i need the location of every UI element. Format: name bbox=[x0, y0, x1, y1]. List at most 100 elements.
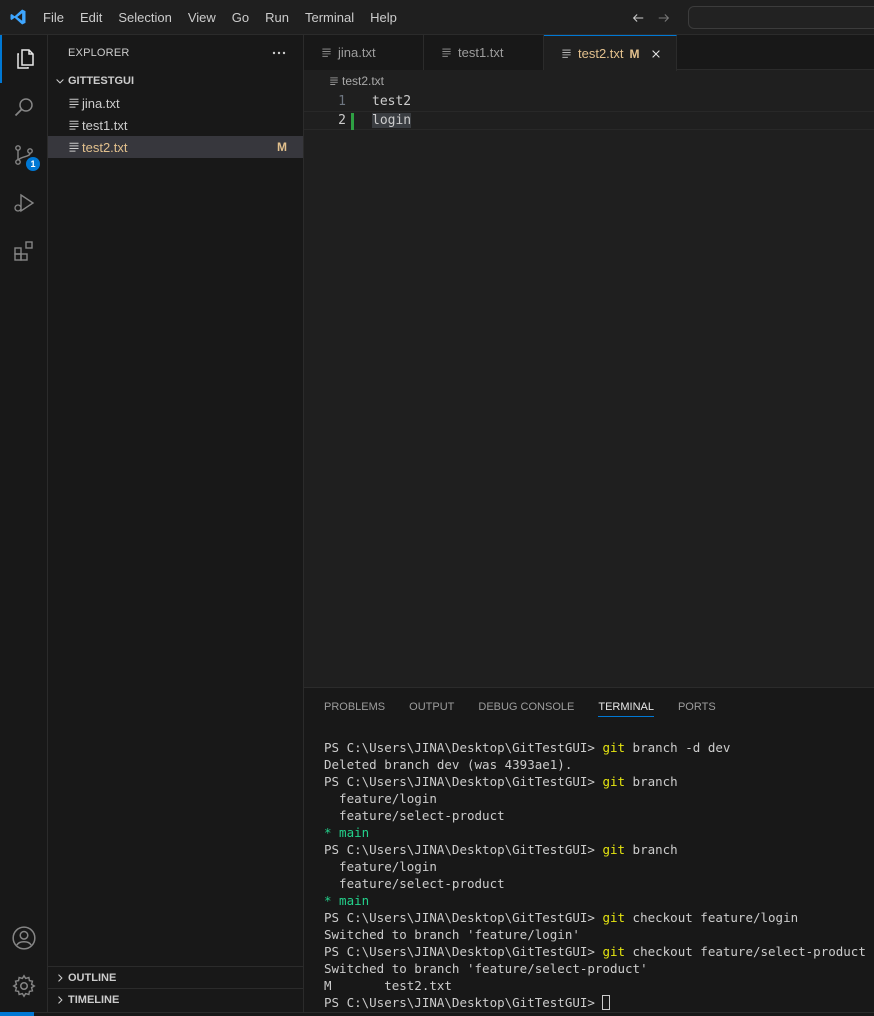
terminal-line: Switched to branch 'feature/login' bbox=[324, 927, 580, 942]
breadcrumb-file[interactable]: test2.txt bbox=[342, 74, 384, 88]
timeline-section-header[interactable]: TIMELINE bbox=[48, 988, 304, 1010]
menu-view[interactable]: View bbox=[180, 0, 224, 35]
editor-line-current: 2 login bbox=[304, 111, 874, 130]
extensions-icon[interactable] bbox=[0, 227, 48, 275]
terminal-line: PS C:\Users\JINA\Desktop\GitTestGUI> git… bbox=[324, 909, 866, 926]
menu-run[interactable]: Run bbox=[257, 0, 297, 35]
text-file-icon bbox=[558, 46, 574, 62]
added-line-gutter-mark bbox=[351, 113, 354, 130]
run-debug-icon[interactable] bbox=[0, 179, 48, 227]
terminal-line: PS C:\Users\JINA\Desktop\GitTestGUI> git… bbox=[324, 739, 866, 756]
terminal-args: branch bbox=[625, 842, 678, 857]
terminal-line: feature/select-product bbox=[324, 808, 505, 823]
sidebar-header: EXPLORER bbox=[48, 35, 303, 70]
text-file-icon bbox=[66, 139, 82, 155]
forward-arrow-icon[interactable] bbox=[656, 10, 672, 26]
tab-debug-console[interactable]: DEBUG CONSOLE bbox=[478, 688, 574, 726]
text-file-icon bbox=[438, 45, 454, 61]
menu-go[interactable]: Go bbox=[224, 0, 257, 35]
file-label: test2.txt bbox=[82, 139, 128, 155]
terminal-cursor[interactable] bbox=[602, 995, 611, 1010]
file-item-test2[interactable]: test2.txt M bbox=[48, 136, 303, 158]
tab-terminal[interactable]: TERMINAL bbox=[598, 688, 654, 726]
terminal-line: Switched to branch 'feature/select-produ… bbox=[324, 961, 648, 976]
status-bar bbox=[0, 1012, 874, 1016]
code-editor[interactable]: 1 test2 2 login bbox=[304, 92, 874, 687]
tab-test1[interactable]: test1.txt bbox=[424, 35, 544, 70]
folder-section-header[interactable]: GITTESTGUI bbox=[48, 70, 303, 92]
source-control-icon[interactable]: 1 bbox=[0, 131, 48, 179]
text-file-icon bbox=[318, 45, 334, 61]
terminal-args: checkout feature/login bbox=[625, 910, 799, 925]
line-number: 1 bbox=[338, 94, 346, 109]
timeline-label: TIMELINE bbox=[68, 993, 120, 1006]
settings-gear-icon[interactable] bbox=[0, 962, 48, 1010]
tab-test2[interactable]: test2.txt M bbox=[544, 35, 677, 71]
terminal-line-active-prompt: PS C:\Users\JINA\Desktop\GitTestGUI> bbox=[324, 994, 866, 1011]
tab-jina[interactable]: jina.txt bbox=[304, 35, 424, 70]
menu-bar: File Edit Selection View Go Run Terminal… bbox=[35, 0, 405, 35]
remote-indicator[interactable] bbox=[0, 1012, 34, 1016]
panel-tabs: PROBLEMS OUTPUT DEBUG CONSOLE TERMINAL P… bbox=[304, 688, 874, 726]
chevron-right-icon bbox=[52, 970, 68, 986]
terminal-line: feature/select-product bbox=[324, 876, 505, 891]
navigation-arrows bbox=[630, 0, 672, 35]
menu-file[interactable]: File bbox=[35, 0, 72, 35]
tab-output[interactable]: OUTPUT bbox=[409, 688, 454, 726]
vscode-logo-icon bbox=[0, 0, 35, 35]
tab-problems[interactable]: PROBLEMS bbox=[324, 688, 385, 726]
terminal-prompt: PS C:\Users\JINA\Desktop\GitTestGUI> bbox=[324, 944, 603, 959]
source-control-badge: 1 bbox=[26, 157, 40, 171]
menu-help[interactable]: Help bbox=[362, 0, 405, 35]
modified-status-badge: M bbox=[277, 140, 287, 154]
menu-selection[interactable]: Selection bbox=[110, 0, 179, 35]
terminal-args: branch bbox=[625, 774, 678, 789]
sidebar-title: EXPLORER bbox=[68, 46, 130, 59]
tab-modified-indicator: M bbox=[629, 46, 640, 61]
terminal-args: checkout feature/select-product bbox=[625, 944, 866, 959]
line-text: test2 bbox=[372, 94, 412, 109]
chevron-down-icon bbox=[52, 73, 68, 89]
menu-edit[interactable]: Edit bbox=[72, 0, 110, 35]
outline-section-header[interactable]: OUTLINE bbox=[48, 966, 304, 988]
terminal-line: Deleted branch dev (was 4393ae1). bbox=[324, 757, 573, 772]
terminal-line: feature/login bbox=[324, 859, 437, 874]
terminal-prompt: PS C:\Users\JINA\Desktop\GitTestGUI> bbox=[324, 774, 603, 789]
file-item-jina[interactable]: jina.txt bbox=[48, 92, 303, 114]
chevron-right-icon bbox=[52, 992, 68, 1008]
explorer-sidebar: EXPLORER GITTESTGUI jina.txt test1.txt t… bbox=[48, 35, 304, 1016]
terminal-prompt: PS C:\Users\JINA\Desktop\GitTestGUI> bbox=[324, 740, 603, 755]
search-icon[interactable] bbox=[0, 83, 48, 131]
terminal-output[interactable]: PS C:\Users\JINA\Desktop\GitTestGUI> git… bbox=[324, 739, 866, 1011]
line-number: 2 bbox=[338, 113, 346, 128]
outline-label: OUTLINE bbox=[68, 971, 117, 984]
terminal-args: branch -d dev bbox=[625, 740, 731, 755]
close-icon[interactable] bbox=[648, 46, 664, 62]
title-bar: File Edit Selection View Go Run Terminal… bbox=[0, 0, 874, 35]
terminal-line-current-branch: * main bbox=[324, 825, 370, 840]
terminal-command: git bbox=[602, 774, 626, 789]
text-file-icon bbox=[326, 73, 342, 89]
more-actions-icon[interactable] bbox=[269, 43, 289, 63]
file-item-test1[interactable]: test1.txt bbox=[48, 114, 303, 136]
explorer-icon[interactable] bbox=[0, 35, 48, 83]
tab-ports[interactable]: PORTS bbox=[678, 688, 716, 726]
text-file-icon bbox=[66, 95, 82, 111]
terminal-prompt: PS C:\Users\JINA\Desktop\GitTestGUI> bbox=[324, 910, 603, 925]
terminal-command: git bbox=[602, 740, 626, 755]
activity-bar: 1 bbox=[0, 35, 48, 1016]
file-label: jina.txt bbox=[82, 95, 120, 111]
terminal-line: M test2.txt bbox=[324, 978, 452, 993]
terminal-line: PS C:\Users\JINA\Desktop\GitTestGUI> git… bbox=[324, 773, 866, 790]
command-center-search[interactable] bbox=[688, 6, 874, 29]
menu-terminal[interactable]: Terminal bbox=[297, 0, 362, 35]
tab-label: jina.txt bbox=[338, 45, 376, 60]
back-arrow-icon[interactable] bbox=[630, 10, 646, 26]
file-label: test1.txt bbox=[82, 117, 128, 133]
accounts-icon[interactable] bbox=[0, 914, 48, 962]
terminal-line: feature/login bbox=[324, 791, 437, 806]
terminal-line-current-branch: * main bbox=[324, 893, 370, 908]
editor-line: 1 test2 bbox=[304, 92, 874, 111]
breadcrumb[interactable]: test2.txt bbox=[304, 70, 874, 92]
terminal-line: PS C:\Users\JINA\Desktop\GitTestGUI> git… bbox=[324, 943, 866, 960]
